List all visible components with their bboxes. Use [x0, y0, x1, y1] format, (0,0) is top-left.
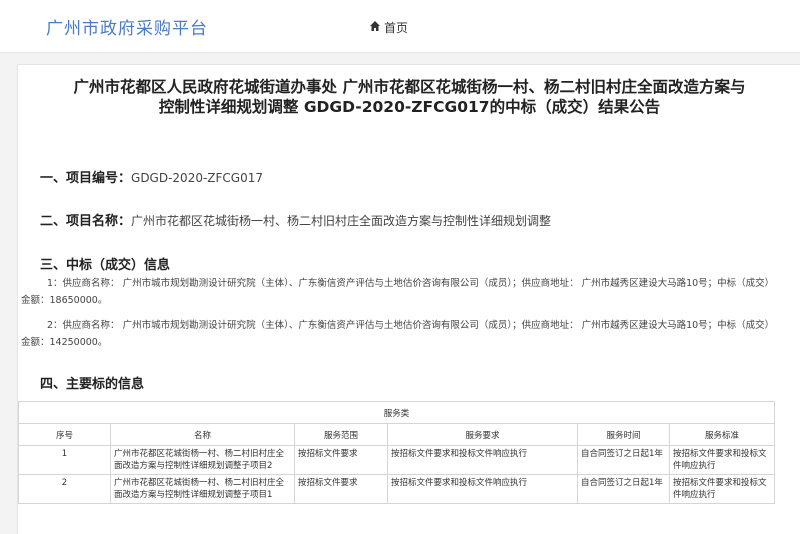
col-header-scope: 服务范围	[294, 423, 388, 446]
cell-time: 自合同签订之日起1年	[577, 445, 670, 475]
project-name: 二、项目名称：广州市花都区花城街杨一村、杨二村旧村庄全面改造方案与控制性详细规划…	[40, 210, 551, 229]
cell-name: 广州市花都区花城街杨一村、杨二村旧村庄全面改造方案与控制性详细规划调整子项目2	[110, 445, 295, 475]
cell-index: 1	[18, 445, 111, 475]
winner-1: 1：供应商名称： 广州市城市规划勘测设计研究院（主体）、广东衡信资产评估与土地估…	[21, 278, 775, 306]
col-header-standard: 服务标准	[669, 423, 775, 446]
table-header-row: 序号 名称 服务范围 服务要求 服务时间 服务标准	[18, 423, 775, 446]
col-header-requirement: 服务要求	[387, 423, 578, 446]
notice-title-line2: 控制性详细规划调整 GDGD-2020-ZFCG017的中标（成交）结果公告	[158, 98, 661, 116]
notice-title-line1: 广州市花都区人民政府花城街道办事处 广州市花都区花城街杨一村、杨二村旧村庄全面改…	[73, 78, 746, 96]
project-name-head: 二、项目名称：	[40, 214, 132, 229]
site-brand[interactable]: 广州市政府采购平台	[46, 14, 208, 39]
items-table: 服务类 序号 名称 服务范围 服务要求 服务时间 服务标准 1 广州市花都区花城…	[18, 401, 775, 504]
award-info-heading: 三、中标（成交）信息	[40, 258, 171, 273]
cell-requirement: 按招标文件要求和投标文件响应执行	[387, 445, 578, 475]
cell-scope: 按招标文件要求	[294, 474, 388, 504]
cell-requirement: 按招标文件要求和投标文件响应执行	[387, 474, 578, 504]
project-number-head: 一、项目编号：	[40, 171, 132, 186]
cell-name: 广州市花都区花城街杨一村、杨二村旧村庄全面改造方案与控制性详细规划调整子项目1	[110, 474, 295, 504]
top-bar: 广州市政府采购平台 首页	[0, 0, 800, 53]
winner-2: 2：供应商名称： 广州市城市规划勘测设计研究院（主体）、广东衡信资产评估与土地估…	[21, 320, 775, 348]
project-name-value: 广州市花都区花城街杨一村、杨二村旧村庄全面改造方案与控制性详细规划调整	[131, 214, 552, 228]
table-caption: 服务类	[18, 401, 775, 424]
home-icon	[369, 20, 381, 35]
project-number-value: GDGD-2020-ZFCG017	[131, 171, 263, 185]
col-header-time: 服务时间	[577, 423, 670, 446]
cell-standard: 按招标文件要求和投标文件响应执行	[669, 474, 775, 504]
notice-title: 广州市花都区人民政府花城街道办事处 广州市花都区花城街杨一村、杨二村旧村庄全面改…	[18, 77, 800, 117]
cell-time: 自合同签订之日起1年	[577, 474, 670, 504]
table-row: 1 广州市花都区花城街杨一村、杨二村旧村庄全面改造方案与控制性详细规划调整子项目…	[18, 445, 775, 475]
home-label: 首页	[384, 21, 409, 35]
cell-scope: 按招标文件要求	[294, 445, 388, 475]
home-link[interactable]: 首页	[369, 19, 408, 36]
main-items-heading: 四、主要标的信息	[40, 377, 145, 392]
cell-standard: 按招标文件要求和投标文件响应执行	[669, 445, 775, 475]
cell-index: 2	[18, 474, 111, 504]
col-header-index: 序号	[18, 423, 111, 446]
project-number: 一、项目编号：GDGD-2020-ZFCG017	[40, 167, 263, 186]
col-header-name: 名称	[110, 423, 295, 446]
table-row: 2 广州市花都区花城街杨一村、杨二村旧村庄全面改造方案与控制性详细规划调整子项目…	[18, 474, 775, 504]
notice-card: 广州市花都区人民政府花城街道办事处 广州市花都区花城街杨一村、杨二村旧村庄全面改…	[17, 64, 800, 534]
